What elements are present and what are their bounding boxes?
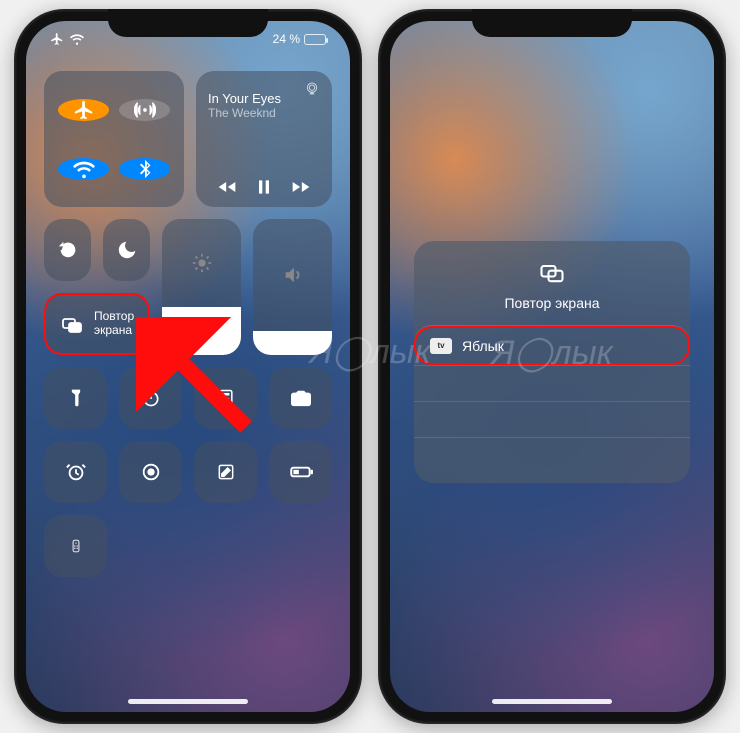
calculator-button[interactable] xyxy=(194,367,257,429)
screen-mirroring-icon xyxy=(60,312,84,336)
wifi-toggle[interactable] xyxy=(58,158,109,180)
screen-mirroring-panel: Повтор экрана tv Яблык xyxy=(414,241,690,483)
screen-mirroring-button[interactable]: Повтор экрана xyxy=(44,293,150,355)
notch xyxy=(472,9,632,37)
alarm-button[interactable] xyxy=(44,441,107,503)
screen-mirroring-label: Повтор экрана xyxy=(94,310,134,338)
battery-percent: 24 % xyxy=(273,32,300,46)
now-playing-artist: The Weeknd xyxy=(208,106,320,120)
rotation-lock-button[interactable] xyxy=(44,219,91,281)
list-row xyxy=(414,365,690,401)
rewind-button[interactable] xyxy=(217,177,237,197)
home-indicator[interactable] xyxy=(492,699,612,704)
do-not-disturb-button[interactable] xyxy=(103,219,150,281)
forward-button[interactable] xyxy=(291,177,311,197)
list-row xyxy=(414,437,690,473)
list-row xyxy=(414,401,690,437)
control-center: In Your Eyes The Weeknd xyxy=(44,71,332,577)
panel-title: Повтор экрана xyxy=(504,295,599,311)
phone-right: Повтор экрана tv Яблык Я◯лык xyxy=(378,9,726,724)
screen-left: 24 % xyxy=(26,21,350,712)
wifi-status-icon xyxy=(70,32,84,46)
bluetooth-toggle[interactable] xyxy=(119,158,170,180)
battery-icon xyxy=(304,34,326,45)
airplay-icon xyxy=(304,81,320,97)
airplay-device-row[interactable]: tv Яблык xyxy=(414,325,690,365)
screen-right: Повтор экрана tv Яблык Я◯лык xyxy=(390,21,714,712)
camera-button[interactable] xyxy=(269,367,332,429)
timer-button[interactable] xyxy=(119,367,182,429)
pause-button[interactable] xyxy=(254,177,274,197)
device-name: Яблык xyxy=(462,338,504,354)
screen-record-button[interactable] xyxy=(119,441,182,503)
now-playing-tile[interactable]: In Your Eyes The Weeknd xyxy=(196,71,332,207)
apple-tv-remote-button[interactable] xyxy=(44,515,107,577)
connectivity-group xyxy=(44,71,184,207)
notes-button[interactable] xyxy=(194,441,257,503)
apple-tv-icon: tv xyxy=(430,338,452,354)
screen-mirroring-icon xyxy=(538,259,566,287)
cellular-toggle[interactable] xyxy=(119,99,170,121)
airplane-status-icon xyxy=(50,32,64,46)
flashlight-button[interactable] xyxy=(44,367,107,429)
low-power-button[interactable] xyxy=(269,441,332,503)
phone-left: 24 % xyxy=(14,9,362,724)
airplane-mode-toggle[interactable] xyxy=(58,99,109,121)
brightness-slider[interactable] xyxy=(162,219,241,355)
notch xyxy=(108,9,268,37)
volume-slider[interactable] xyxy=(253,219,332,355)
home-indicator[interactable] xyxy=(128,699,248,704)
